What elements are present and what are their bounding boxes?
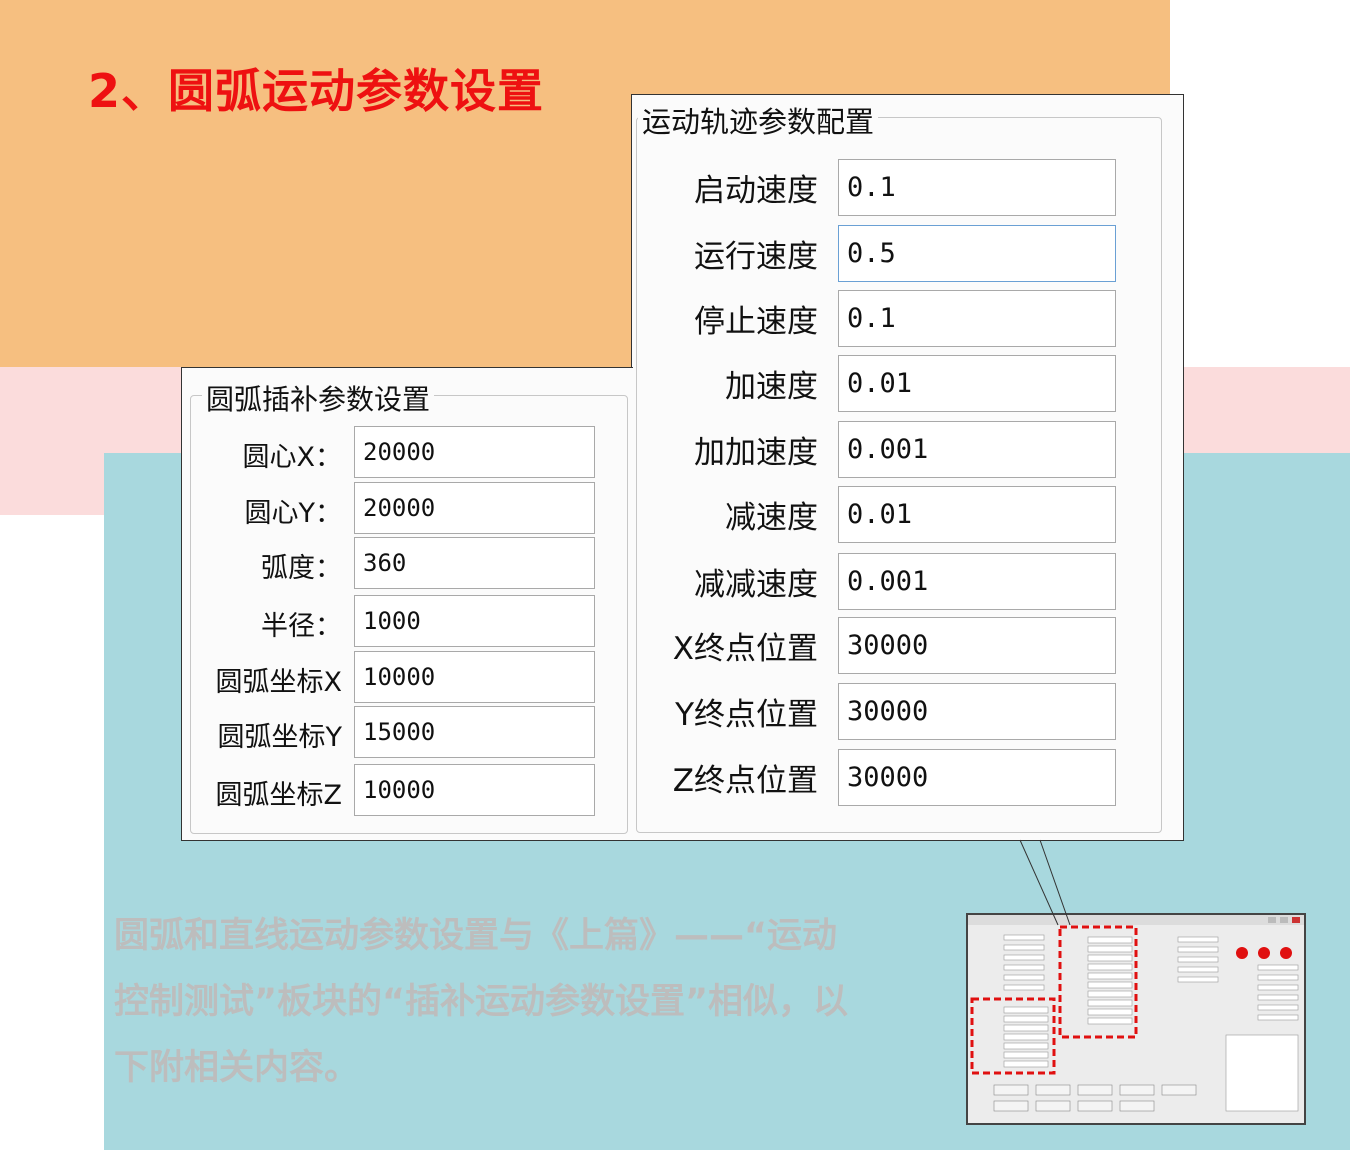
arc-field-input[interactable] (354, 764, 595, 816)
section-heading: 2、圆弧运动参数设置 (88, 64, 545, 118)
motion-field-label: 减速度 (725, 500, 818, 536)
motion-field-label: 加速度 (725, 369, 818, 405)
arc-field-label: 圆弧坐标Z (215, 780, 343, 811)
motion-field-label: Y终点位置 (675, 697, 818, 733)
arc-field-input[interactable] (354, 706, 595, 758)
motion-field-input[interactable] (838, 421, 1116, 478)
motion-params-title: 运动轨迹参数配置 (638, 99, 879, 141)
motion-field-input[interactable] (838, 749, 1116, 806)
arc-field-label: 圆心Y： (244, 498, 343, 529)
motion-params-screenshot: 运动轨迹参数配置 启动速度运行速度停止速度加速度加加速度减速度减减速度 X终点位置… (631, 94, 1184, 841)
motion-field-label: Z终点位置 (672, 763, 818, 799)
motion-field-label: 减减速度 (694, 567, 818, 603)
thumbnail-graphic (968, 915, 1304, 1123)
arc-field-input[interactable] (354, 595, 595, 647)
arc-field-label: 圆心X： (242, 442, 343, 473)
motion-field-input[interactable] (838, 553, 1116, 610)
arc-field-label: 圆弧坐标Y (217, 722, 343, 753)
motion-field-input[interactable] (838, 683, 1116, 740)
motion-field-input[interactable] (838, 617, 1116, 674)
motion-field-label: 加加速度 (694, 435, 818, 471)
motion-field-input[interactable] (838, 225, 1116, 282)
motion-field-label: 停止速度 (694, 304, 818, 340)
description-text: 圆弧和直线运动参数设置与《上篇》——“运动控制测试”板块的“插补运动参数设置”相… (114, 916, 849, 1088)
motion-field-input[interactable] (838, 355, 1116, 412)
arc-params-screenshot: 圆弧插补参数设置 圆心X： 圆心Y： 弧度： 半径： 圆弧坐标X 圆弧坐标Y 圆弧坐标Z (181, 367, 633, 841)
arc-field-input[interactable] (354, 426, 595, 478)
arc-field-label: 圆弧坐标X (215, 667, 343, 698)
motion-field-input[interactable] (838, 486, 1116, 543)
arc-params-title: 圆弧插补参数设置 (202, 378, 435, 418)
motion-field-input[interactable] (838, 290, 1116, 347)
motion-field-label: X终点位置 (672, 631, 818, 667)
arc-field-input[interactable] (354, 482, 595, 534)
full-window-thumbnail (966, 913, 1306, 1125)
motion-field-input[interactable] (838, 159, 1116, 216)
motion-field-label: 启动速度 (694, 173, 818, 209)
motion-field-label: 运行速度 (694, 239, 818, 275)
arc-field-input[interactable] (354, 537, 595, 589)
arc-field-label: 弧度： (261, 553, 342, 584)
arc-field-input[interactable] (354, 651, 595, 703)
arc-field-label: 半径： (261, 611, 342, 642)
